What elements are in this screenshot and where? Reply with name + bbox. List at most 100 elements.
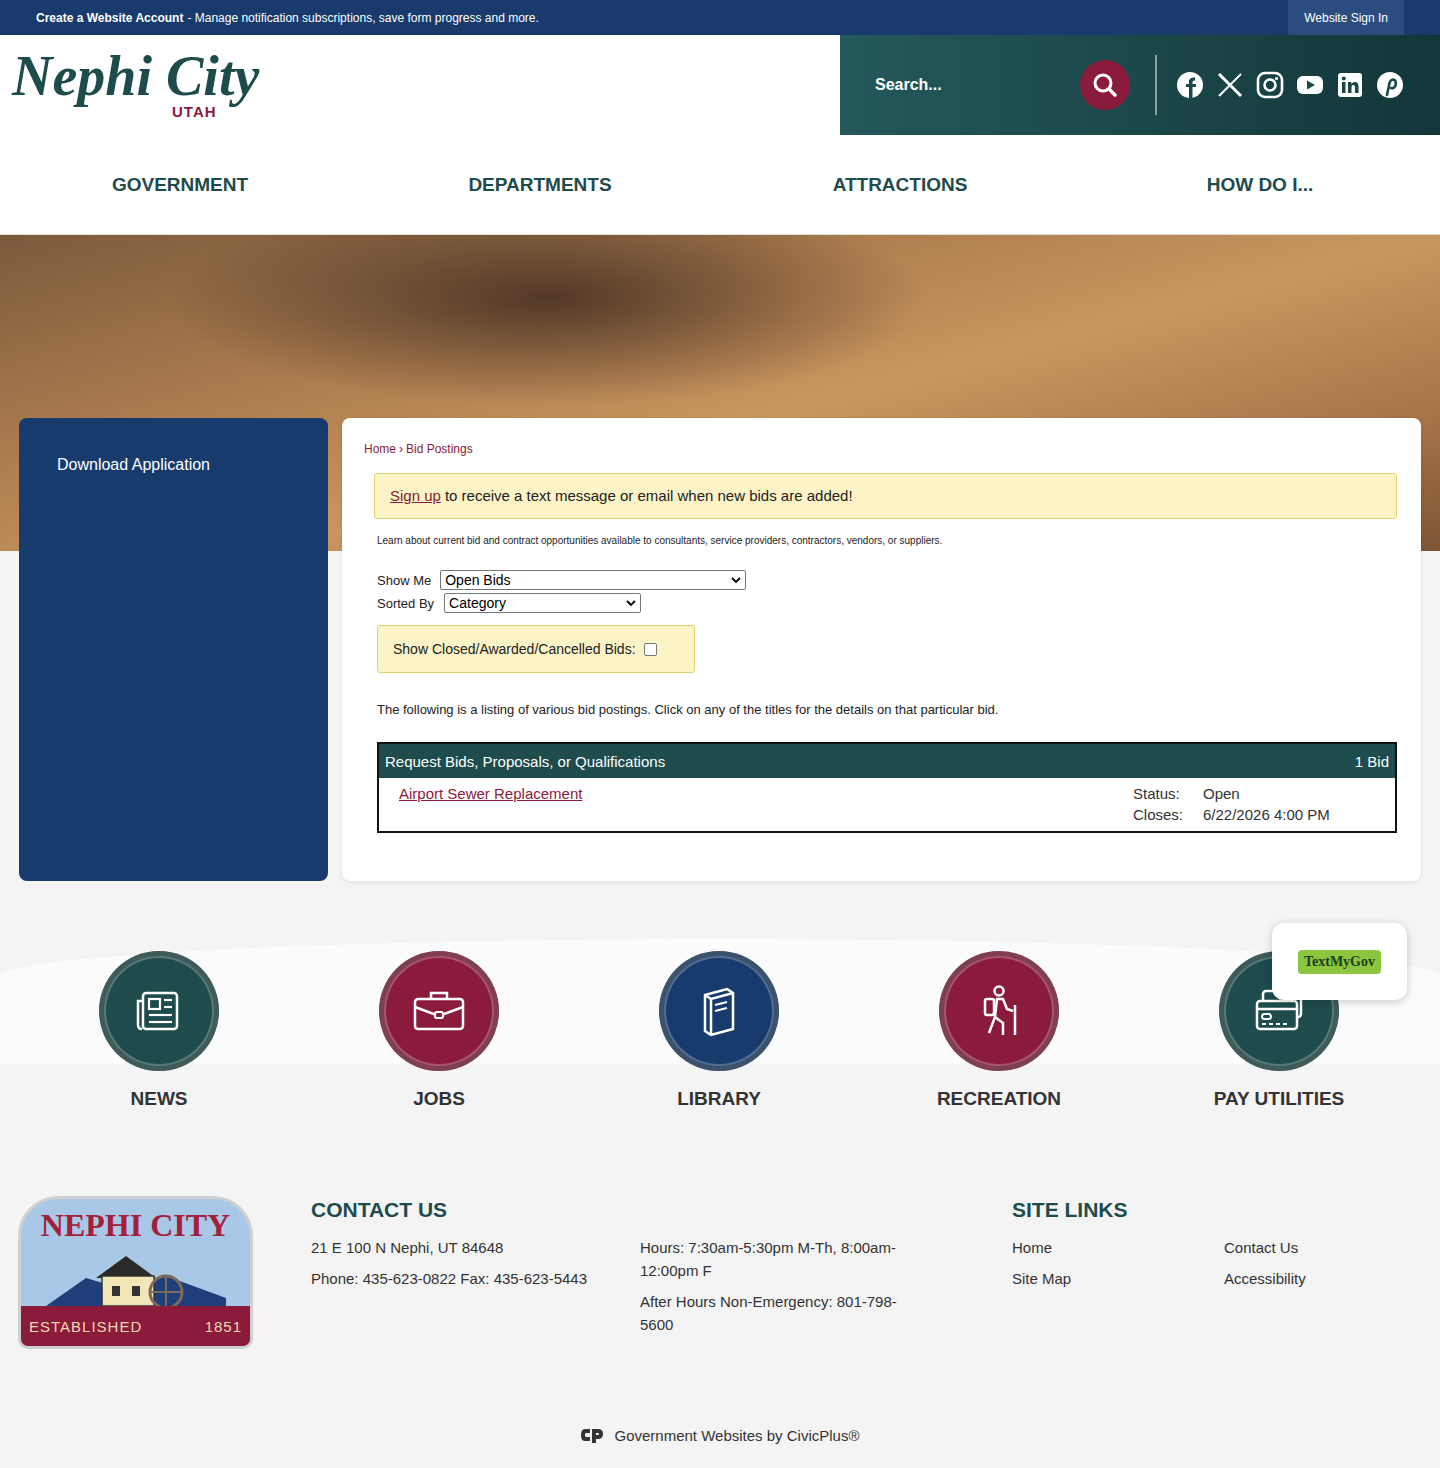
- quick-link-label: NEWS: [131, 1088, 188, 1110]
- linkedin-icon[interactable]: [1336, 71, 1364, 99]
- hours-column: Hours: 7:30am-5:30pm M-Th, 8:00am-12:00p…: [640, 1236, 930, 1344]
- create-account-link[interactable]: Create a Website Account: [36, 11, 183, 25]
- filter-row: Sorted By Category: [377, 593, 1397, 613]
- civicplus-logo-icon: [580, 1427, 604, 1443]
- seal-title: NEPHI CITY: [41, 1207, 230, 1244]
- show-closed-toggle: Show Closed/Awarded/Cancelled Bids:: [377, 625, 695, 673]
- account-promo: Create a Website Account - Manage notific…: [36, 11, 539, 25]
- quick-link-circle: [659, 951, 779, 1071]
- status-label: Status:: [1133, 785, 1203, 802]
- credit-bar: Government Websites by CivicPlus®: [0, 1401, 1440, 1468]
- main-nav: GOVERNMENTDEPARTMENTSATTRACTIONSHOW DO I…: [0, 135, 1440, 235]
- magnifier-icon: [1092, 72, 1118, 98]
- account-promo-text: - Manage notification subscriptions, sav…: [187, 11, 539, 25]
- nav-item[interactable]: GOVERNMENT: [0, 174, 360, 196]
- bid-row: Airport Sewer ReplacementStatus:OpenClos…: [379, 778, 1395, 831]
- show-closed-checkbox[interactable]: [644, 643, 657, 656]
- signup-text: to receive a text message or email when …: [445, 487, 853, 504]
- house-waterwheel-icon: [46, 1248, 226, 1306]
- quick-link[interactable]: JOBS: [299, 951, 579, 1110]
- hiker-icon: [969, 981, 1029, 1041]
- address: 21 E 100 N Nephi, UT 84648: [311, 1236, 640, 1259]
- select-value: Open Bids: [445, 572, 510, 588]
- select-value: Category: [449, 595, 506, 611]
- book-icon: [689, 981, 749, 1041]
- site-link[interactable]: Contact Us: [1224, 1236, 1440, 1259]
- chevron-down-icon: [626, 600, 636, 607]
- sign-in-button[interactable]: Website Sign In: [1288, 0, 1404, 35]
- closes-label: Closes:: [1133, 806, 1203, 823]
- filter-label: Sorted By: [377, 596, 434, 611]
- contact-block: CONTACT US 21 E 100 N Nephi, UT 84648 Phon…: [311, 1196, 1012, 1401]
- city-seal: NEPHI CITY ESTABLISHED 1851: [18, 1196, 253, 1349]
- newspaper-icon: [129, 981, 189, 1041]
- quick-link-circle: [99, 951, 219, 1071]
- filter-label: Show Me: [377, 573, 431, 588]
- breadcrumb-separator: ›: [399, 442, 403, 456]
- breadcrumb-item[interactable]: Home: [364, 442, 396, 456]
- sidebar: Download Application: [19, 418, 328, 881]
- signup-alert: Sign upto receive a text message or emai…: [374, 473, 1397, 519]
- filter-select[interactable]: Open Bids: [440, 570, 746, 590]
- site-link[interactable]: Home: [1012, 1236, 1224, 1259]
- bid-count: 1 Bid: [1355, 753, 1389, 770]
- facebook-icon[interactable]: [1176, 71, 1204, 99]
- chevron-down-icon: [731, 577, 741, 584]
- breadcrumb-item[interactable]: Bid Postings: [406, 442, 473, 456]
- quick-link-label: PAY UTILITIES: [1214, 1088, 1345, 1110]
- bid-category: Request Bids, Proposals, or Qualificatio…: [385, 753, 665, 770]
- quick-link[interactable]: NEWS: [19, 951, 299, 1110]
- after-hours: After Hours Non-Emergency: 801-798-5600: [640, 1290, 930, 1336]
- footer: NEPHI CITY ESTABLISHED 1851 CONTACT US 21 E …: [0, 1161, 1440, 1401]
- quick-link-label: LIBRARY: [677, 1088, 761, 1110]
- credit-text[interactable]: Government Websites by CivicPlus®: [614, 1427, 859, 1444]
- site-logo[interactable]: Nephi CityUTAH: [0, 35, 840, 135]
- contact-heading: CONTACT US: [311, 1198, 1012, 1222]
- bid-title-link[interactable]: Airport Sewer Replacement: [399, 785, 582, 823]
- textmygov-badge[interactable]: TextMyGov: [1272, 923, 1407, 1000]
- signup-link[interactable]: Sign up: [390, 487, 441, 504]
- quick-link-circle: [379, 951, 499, 1071]
- logo-title: Nephi City: [12, 43, 259, 109]
- listing-note: The following is a listing of various bi…: [377, 702, 1397, 717]
- header-divider: [1155, 55, 1157, 115]
- site-links: SITE LINKS HomeContact UsSite MapAccessib…: [1012, 1196, 1440, 1401]
- site-link[interactable]: Site Map: [1012, 1267, 1224, 1290]
- contact-column: 21 E 100 N Nephi, UT 84648 Phone: 435-623…: [311, 1236, 640, 1344]
- site-links-heading: SITE LINKS: [1012, 1198, 1440, 1222]
- quick-link[interactable]: LIBRARY: [579, 951, 859, 1110]
- contact-grid: 21 E 100 N Nephi, UT 84648 Phone: 435-623…: [311, 1236, 1012, 1344]
- pinterest-icon[interactable]: [1376, 71, 1404, 99]
- site-link[interactable]: Accessibility: [1224, 1267, 1440, 1290]
- nav-item[interactable]: DEPARTMENTS: [360, 174, 720, 196]
- intro-text: Learn about current bid and contract opp…: [377, 535, 1397, 546]
- social-links: [1176, 71, 1404, 99]
- instagram-icon[interactable]: [1256, 71, 1284, 99]
- quick-links-grid: NEWS JOBS LIBRARY RECREATION PAY UTILITIES: [0, 881, 1440, 1110]
- quick-link[interactable]: RECREATION: [859, 951, 1139, 1110]
- bid-table: Request Bids, Proposals, or Qualificatio…: [377, 742, 1397, 833]
- hours: Hours: 7:30am-5:30pm M-Th, 8:00am-12:00p…: [640, 1236, 930, 1282]
- seal-established: ESTABLISHED: [29, 1318, 142, 1335]
- sidebar-item[interactable]: Download Application: [57, 456, 308, 474]
- top-bar: Create a Website Account - Manage notific…: [0, 0, 1440, 35]
- quick-links: NEWS JOBS LIBRARY RECREATION PAY UTILITIES Te…: [0, 881, 1440, 1161]
- seal-year: 1851: [205, 1318, 242, 1335]
- search-field[interactable]: Search...: [875, 76, 1080, 94]
- phone: Phone: 435-623-0822 Fax: 435-623-5443: [311, 1267, 640, 1290]
- site-links-grid: HomeContact UsSite MapAccessibility: [1012, 1236, 1440, 1290]
- nav-item[interactable]: ATTRACTIONS: [720, 174, 1080, 196]
- filter-select[interactable]: Category: [444, 593, 641, 613]
- x-icon[interactable]: [1216, 71, 1244, 99]
- quick-link-circle: [939, 951, 1059, 1071]
- bid-table-header: Request Bids, Proposals, or Qualificatio…: [379, 744, 1395, 778]
- youtube-icon[interactable]: [1296, 71, 1324, 99]
- filter-row: Show Me Open Bids: [377, 570, 1397, 590]
- quick-link-label: RECREATION: [937, 1088, 1061, 1110]
- search-panel: Search...: [840, 35, 1440, 135]
- nav-item[interactable]: HOW DO I...: [1080, 174, 1440, 196]
- logo-subtitle: UTAH: [172, 103, 217, 120]
- seal-band: ESTABLISHED 1851: [21, 1306, 250, 1346]
- page: Create a Website Account - Manage notific…: [0, 0, 1440, 1468]
- search-button[interactable]: [1080, 60, 1130, 110]
